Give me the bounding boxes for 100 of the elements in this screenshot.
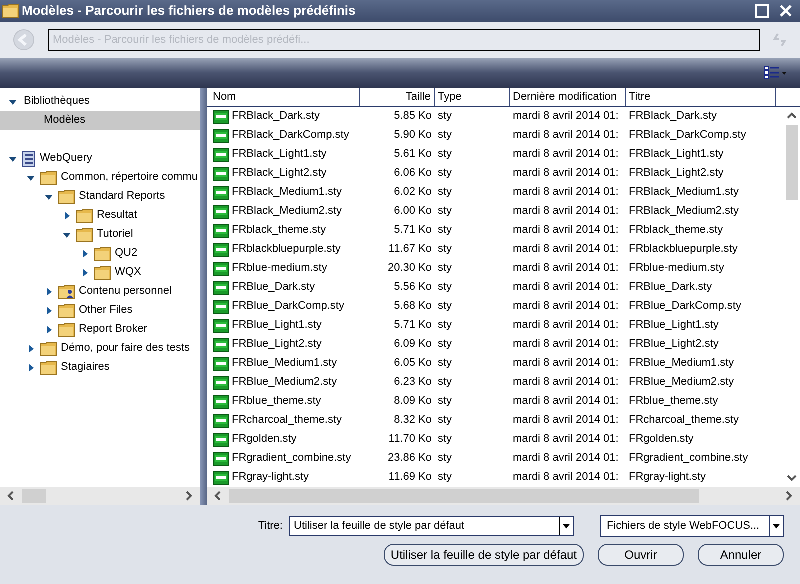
table-cell[interactable]: FRgradient_combine.sty <box>232 450 352 467</box>
table-cell[interactable]: FRgolden.sty <box>232 431 297 448</box>
table-cell[interactable]: FRblue_theme.sty <box>232 393 322 410</box>
table-cell[interactable]: FRBlue_Light1.sty <box>232 317 322 334</box>
title-dropdown[interactable]: Utiliser la feuille de style par défaut <box>289 516 574 536</box>
table-cell-text: mardi 8 avril 2014 01: <box>513 280 619 296</box>
column-header[interactable]: Dernière modification <box>510 88 626 106</box>
table-cell[interactable]: FRBlue_DarkComp.sty <box>232 298 344 315</box>
table-cell[interactable]: FRBlack_Dark.sty <box>232 108 320 125</box>
tree-item[interactable]: Démo, pour faire des tests <box>61 340 190 357</box>
column-header[interactable]: Titre <box>626 88 776 106</box>
table-cell-text: 11.69 Ko <box>388 470 432 486</box>
tree-item[interactable]: Standard Reports <box>79 188 166 205</box>
collapsed-arrow-icon[interactable] <box>44 324 54 334</box>
dialog-button[interactable]: Utiliser la feuille de style par défaut <box>384 544 584 566</box>
tree-item[interactable]: Common, répertoire commu <box>61 169 198 186</box>
tree-item[interactable]: Stagiaires <box>61 359 110 376</box>
table-cell[interactable]: FRBlack_Medium2.sty <box>232 203 342 220</box>
scroll-right-icon[interactable] <box>784 491 794 501</box>
scroll-right-icon[interactable] <box>184 491 194 501</box>
folder-icon <box>94 246 111 260</box>
table-cell-text: mardi 8 avril 2014 01: <box>513 204 619 220</box>
dialog-button[interactable]: Ouvrir <box>598 544 684 566</box>
table-cell-text: 6.23 Ko <box>394 375 432 390</box>
view-list-icon[interactable] <box>764 66 788 80</box>
library-item[interactable]: Modèles <box>0 111 200 130</box>
table-cell-text: sty <box>438 451 452 466</box>
tree-item[interactable]: Tutoriel <box>97 226 134 243</box>
table-cell[interactable]: FRblackbluepurple.sty <box>232 241 341 258</box>
table-cell[interactable]: FRBlack_Medium1.sty <box>232 184 342 201</box>
tree-item[interactable]: Other Files <box>79 302 133 319</box>
scroll-left-icon[interactable] <box>213 491 223 501</box>
table-cell-text: 5.68 Ko <box>394 299 432 314</box>
table-cell-text: 6.00 Ko <box>394 204 432 220</box>
tree-item[interactable]: QU2 <box>115 245 138 262</box>
scroll-left-icon[interactable] <box>6 491 16 501</box>
collapsed-arrow-icon[interactable] <box>44 286 54 296</box>
tree-item[interactable]: WQX <box>115 264 142 281</box>
column-header[interactable]: Type <box>435 88 510 106</box>
table-cell-text: mardi 8 avril 2014 01: <box>513 337 619 352</box>
scrollbar-thumb[interactable] <box>229 489 699 503</box>
collapsed-arrow-icon[interactable] <box>26 344 36 354</box>
table-cell-text: FRBlue_Medium2.sty <box>629 375 734 390</box>
folder-icon <box>40 342 57 356</box>
table-cell-text: sty <box>438 109 452 124</box>
table-cell[interactable]: FRBlack_DarkComp.sty <box>232 127 350 144</box>
scroll-down-icon[interactable] <box>786 473 796 483</box>
table-cell[interactable]: FRblue-medium.sty <box>232 260 328 277</box>
column-header[interactable]: Nom <box>210 88 360 106</box>
library-header[interactable]: Bibliothèques <box>24 93 90 110</box>
table-cell-text: mardi 8 avril 2014 01: <box>513 109 619 124</box>
table-cell-text: mardi 8 avril 2014 01: <box>513 451 619 466</box>
file-icon <box>213 224 229 238</box>
collapsed-arrow-icon[interactable] <box>26 362 36 372</box>
table-cell-text: FRBlue_Medium1.sty <box>629 356 734 372</box>
folder-icon <box>76 208 93 222</box>
table-cell-text: sty <box>438 432 452 448</box>
dialog-button[interactable]: Annuler <box>698 544 784 566</box>
scroll-up-icon[interactable] <box>786 111 796 121</box>
table-cell[interactable]: FRcharcoal_theme.sty <box>232 412 342 429</box>
table-cell[interactable]: FRBlue_Dark.sty <box>232 279 316 296</box>
table-cell-text: mardi 8 avril 2014 01: <box>513 128 619 144</box>
file-type-dropdown[interactable]: Fichiers de style WebFOCUS... <box>600 515 784 537</box>
table-cell-text: mardi 8 avril 2014 01: <box>513 394 619 410</box>
table-cell-text: mardi 8 avril 2014 01: <box>513 356 619 372</box>
file-icon <box>213 148 229 162</box>
tree-item[interactable]: WebQuery <box>40 150 92 167</box>
dropdown-arrow-icon[interactable] <box>559 517 573 535</box>
table-cell-text: FRBlue_Dark.sty <box>629 280 712 296</box>
table-cell[interactable]: FRgray-light.sty <box>232 469 310 486</box>
column-header[interactable]: Taille <box>360 88 435 106</box>
tree-item[interactable]: Report Broker <box>79 321 148 338</box>
table-cell-text: mardi 8 avril 2014 01: <box>513 147 619 162</box>
table-cell-text: FRblack_theme.sty <box>629 223 724 238</box>
file-icon <box>213 470 229 484</box>
table-cell-text: mardi 8 avril 2014 01: <box>513 185 619 200</box>
tree-item[interactable]: Resultat <box>97 207 138 224</box>
table-cell-text: 5.61 Ko <box>394 147 432 162</box>
collapsed-arrow-icon[interactable] <box>80 248 90 258</box>
table-cell[interactable]: FRBlue_Medium2.sty <box>232 374 338 391</box>
scrollbar-thumb[interactable] <box>22 489 46 503</box>
collapsed-arrow-icon[interactable] <box>80 268 90 278</box>
dropdown-arrow-icon[interactable] <box>769 516 783 536</box>
close-icon[interactable] <box>780 5 792 17</box>
file-icon <box>213 204 229 218</box>
table-cell[interactable]: FRBlue_Light2.sty <box>232 336 322 353</box>
table-cell-text: FRgradient_combine.sty <box>629 451 748 466</box>
table-cell-text: 5.71 Ko <box>394 318 432 334</box>
collapsed-arrow-icon[interactable] <box>62 210 72 220</box>
table-cell-text: FRBlack_Medium2.sty <box>629 204 740 220</box>
table-cell[interactable]: FRBlack_Light2.sty <box>232 165 327 182</box>
scrollbar-thumb[interactable] <box>786 125 798 200</box>
table-cell[interactable]: FRBlack_Light1.sty <box>232 146 327 163</box>
table-cell-text: sty <box>438 356 452 372</box>
tree-item[interactable]: Contenu personnel <box>79 283 172 300</box>
table-cell[interactable]: FRblack_theme.sty <box>232 222 326 239</box>
table-cell[interactable]: FRBlue_Medium1.sty <box>232 355 338 372</box>
collapsed-arrow-icon[interactable] <box>44 306 54 316</box>
table-cell-text: sty <box>438 166 452 182</box>
maximize-button[interactable] <box>755 4 769 18</box>
